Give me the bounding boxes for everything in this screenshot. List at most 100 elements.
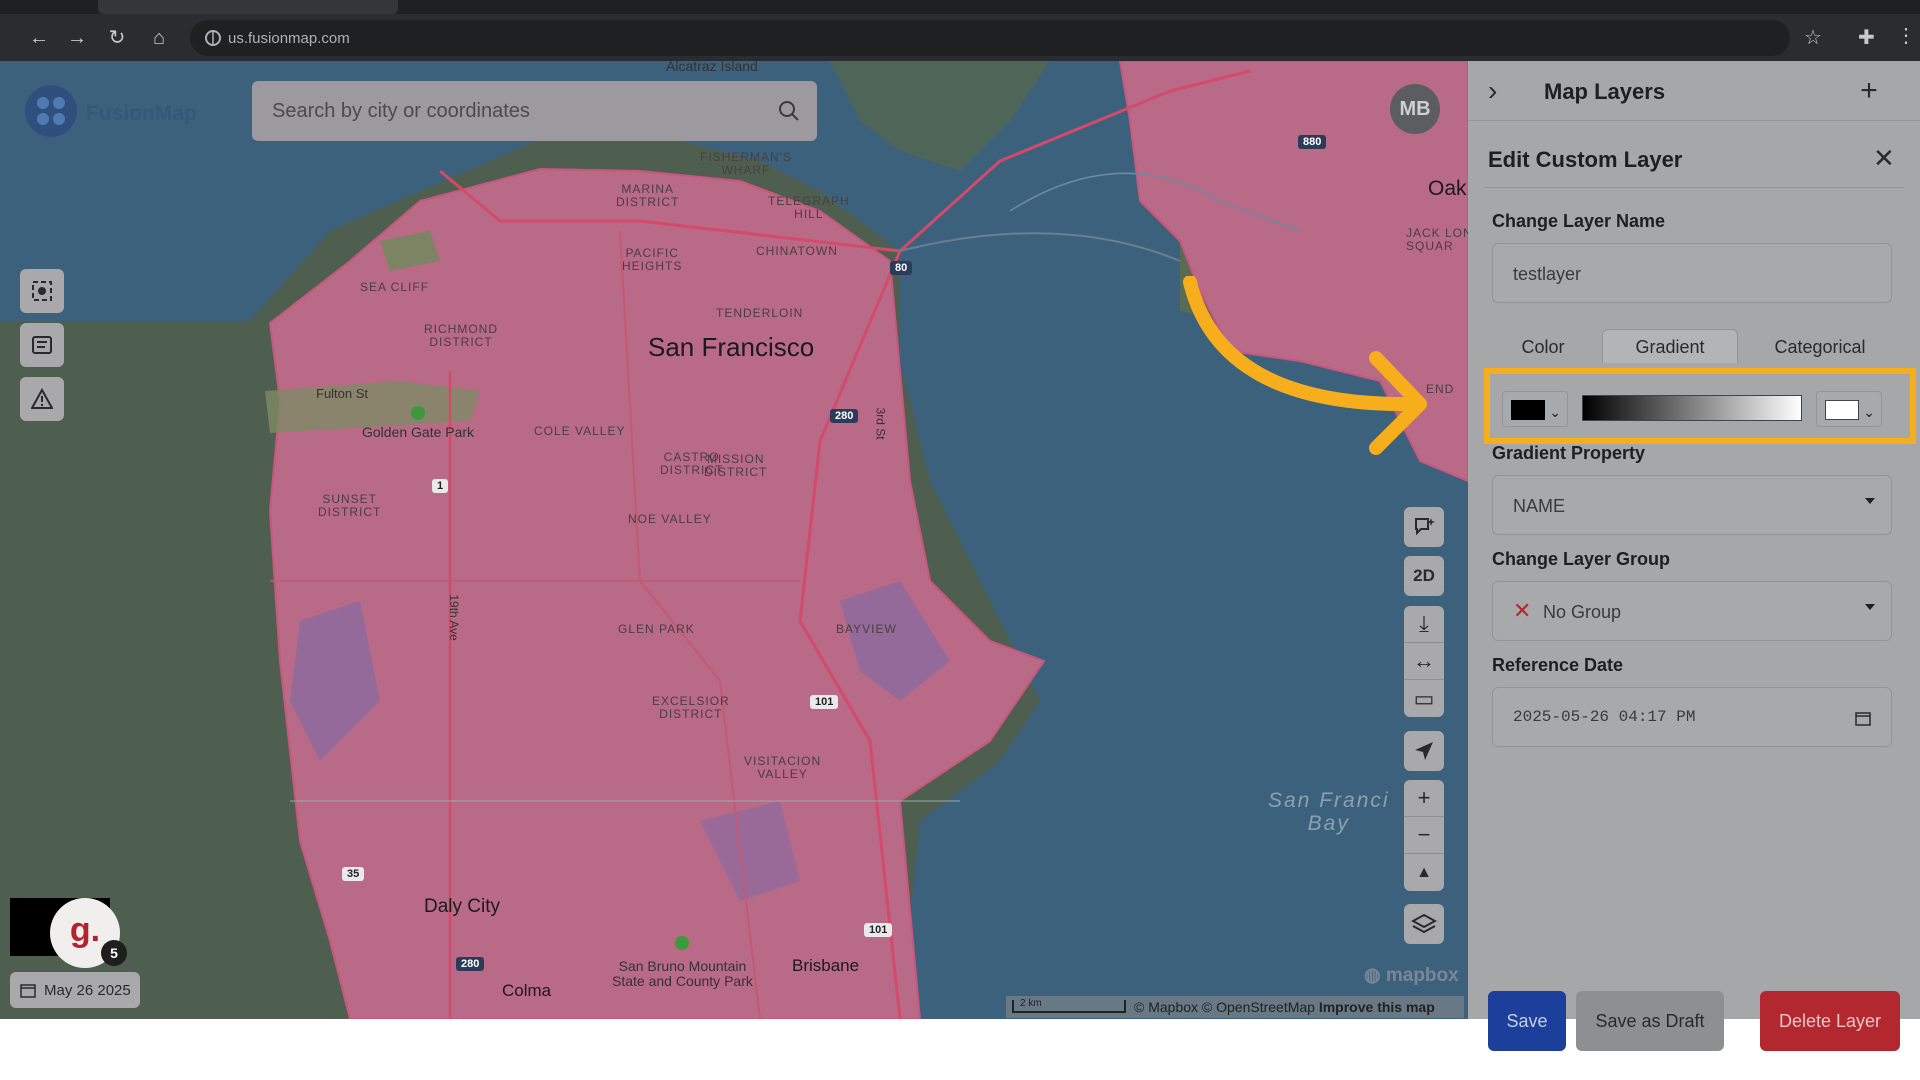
date-chip[interactable]: May 26 2025	[10, 972, 140, 1008]
toggle-2d-button[interactable]: 2D	[1404, 556, 1444, 596]
search-icon[interactable]	[777, 99, 801, 123]
layer-group-value: No Group	[1543, 602, 1622, 622]
panel-header: › Map Layers +	[1468, 61, 1920, 121]
label-19th-ave: 19th Ave	[446, 594, 461, 641]
label-golden-gate-park: Golden Gate Park	[362, 424, 475, 440]
shield-35: 35	[342, 867, 365, 882]
mapbox-logo-text: mapbox	[1385, 965, 1459, 986]
caret-down-icon	[1865, 498, 1875, 504]
panel-title: Map Layers	[1544, 79, 1666, 104]
attribution-text[interactable]: © Mapbox © OpenStreetMap	[1134, 999, 1315, 1015]
close-icon[interactable]: ✕	[1873, 143, 1895, 174]
tab-color[interactable]: Color	[1488, 329, 1598, 363]
layer-name-label: Change Layer Name	[1492, 211, 1666, 231]
zoom-in-icon[interactable]: +	[1404, 780, 1444, 817]
tab-categorical[interactable]: Categorical	[1742, 329, 1898, 363]
label-jack-london: JACK LON SQUAR	[1406, 226, 1468, 254]
address-bar[interactable]: us.fusionmap.com	[190, 20, 1790, 56]
zoom-control-group: + − ▲	[1404, 780, 1444, 891]
label-alcatraz: Alcatraz Island	[666, 61, 758, 74]
layer-name-input[interactable]: testlayer	[1492, 243, 1892, 303]
search-box[interactable]: Search by city or coordinates	[252, 81, 817, 141]
ai-sparkle-chat-icon	[1415, 518, 1435, 536]
label-pacific-heights: PACIFIC HEIGHTS	[622, 246, 683, 274]
notification-count-badge: 5	[101, 940, 127, 966]
browser-menu-icon[interactable]: ⋮	[1896, 23, 1916, 48]
download-icon[interactable]: ⤓	[1404, 606, 1444, 643]
ai-chat-button[interactable]	[1404, 507, 1444, 547]
notes-tool-button[interactable]	[20, 323, 64, 367]
improve-map-link[interactable]: Improve this map	[1319, 999, 1435, 1015]
label-fishermans-wharf: FISHERMAN'S WHARF	[700, 150, 792, 178]
message-icon	[32, 336, 52, 354]
shield-280-north: 280	[830, 409, 859, 424]
reference-date-value[interactable]: 2025-05-26 04:17 PM	[1513, 708, 1695, 726]
navigation-arrow-icon	[1415, 742, 1433, 760]
reload-icon[interactable]: ↻	[104, 25, 130, 51]
user-avatar[interactable]: MB	[1390, 84, 1440, 134]
calendar-icon[interactable]	[1855, 710, 1871, 726]
alert-tool-button[interactable]	[20, 377, 64, 421]
save-button[interactable]: Save	[1488, 991, 1566, 1051]
label-mission: MISSION DISTRICT	[704, 452, 768, 480]
map-layers-panel: › Map Layers + Edit Custom Layer ✕ Chang…	[1468, 61, 1920, 1051]
logo-text[interactable]: FusionMap	[86, 102, 197, 126]
fusionmap-logo-icon[interactable]	[18, 78, 84, 144]
warning-icon	[31, 388, 53, 409]
gradient-property-label: Gradient Property	[1492, 443, 1646, 463]
search-input[interactable]: Search by city or coordinates	[272, 100, 530, 123]
annotation-highlight-box	[1484, 368, 1916, 444]
layers-toggle-button[interactable]	[1404, 904, 1444, 944]
shield-280-south: 280	[456, 957, 485, 972]
ruler-icon[interactable]: ▭	[1404, 680, 1444, 717]
gradient-property-select[interactable]: NAME	[1492, 475, 1892, 535]
mapbox-logo: ◍ mapbox	[1364, 965, 1459, 986]
site-info-icon[interactable]	[204, 29, 222, 47]
compass-icon[interactable]: ▲	[1404, 854, 1444, 891]
bookmark-star-icon[interactable]: ☆	[1804, 25, 1822, 50]
tools-control-group: ⤓ ↔ ▭	[1404, 606, 1444, 717]
back-icon[interactable]: ←	[26, 25, 52, 51]
browser-tab-strip	[0, 0, 1920, 14]
shield-1: 1	[432, 479, 449, 494]
tab-gradient[interactable]: Gradient	[1602, 329, 1738, 363]
screenshot-tool-button[interactable]	[20, 269, 64, 313]
label-sunset: SUNSET DISTRICT	[318, 492, 382, 520]
label-richmond: RICHMOND DISTRICT	[424, 322, 498, 350]
layers-icon	[1411, 913, 1437, 934]
browser-tab[interactable]	[98, 0, 398, 14]
map-canvas[interactable]: Alcatraz Island FISHERMAN'S WHARF MARINA…	[0, 61, 1468, 1019]
label-visitacion: VISITACION VALLEY	[744, 754, 822, 782]
shield-80: 80	[890, 261, 913, 276]
label-colma: Colma	[502, 981, 552, 1000]
calendar-icon	[20, 984, 36, 998]
locate-button[interactable]	[1404, 731, 1444, 771]
reference-date-input[interactable]: 2025-05-26 04:17 PM	[1492, 687, 1892, 747]
scale-bar: 2 km	[1012, 998, 1126, 1013]
label-daly-city: Daly City	[424, 896, 501, 917]
shield-880: 880	[1298, 135, 1327, 150]
label-sea-cliff: SEA CLIFF	[360, 280, 430, 294]
add-layer-icon[interactable]: +	[1844, 71, 1894, 111]
layer-group-select[interactable]: ✕ No Group	[1492, 581, 1892, 641]
shield-101-north: 101	[810, 695, 839, 710]
label-san-bruno: San Bruno Mountain State and County Park	[612, 958, 753, 990]
extensions-icon[interactable]: ✚	[1858, 25, 1875, 50]
compare-split-icon[interactable]: ↔	[1404, 643, 1444, 680]
label-sf-bay: San Franci Bay	[1268, 789, 1390, 836]
screenshot-icon	[32, 281, 52, 301]
gradient-property-value: NAME	[1513, 496, 1566, 516]
save-draft-button[interactable]: Save as Draft	[1576, 991, 1724, 1051]
label-tenderloin: TENDERLOIN	[716, 306, 804, 320]
layer-name-value[interactable]: testlayer	[1513, 264, 1581, 285]
forward-icon[interactable]: →	[64, 25, 90, 51]
delete-layer-button[interactable]: Delete Layer	[1760, 991, 1900, 1051]
zoom-out-icon[interactable]: −	[1404, 817, 1444, 854]
date-chip-text: May 26 2025	[44, 982, 131, 999]
map-base	[0, 61, 1468, 1019]
label-oakland: Oak	[1428, 177, 1467, 200]
collapse-panel-icon[interactable]: ›	[1488, 75, 1497, 107]
scale-label: 2 km	[1020, 998, 1042, 1009]
home-icon[interactable]: ⌂	[146, 25, 172, 51]
url-text[interactable]: us.fusionmap.com	[228, 30, 350, 47]
